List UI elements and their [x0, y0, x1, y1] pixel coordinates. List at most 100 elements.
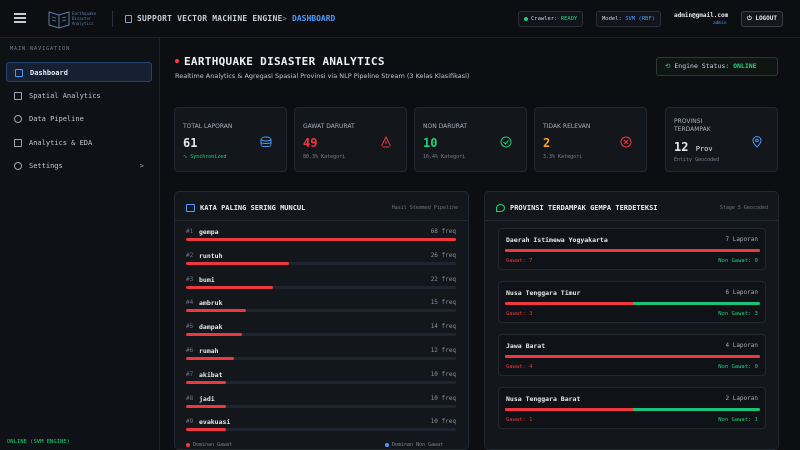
engine-status-text: ONLINE (SVM ENGINE)	[7, 439, 70, 445]
province-card: Jawa Barat 4 Laporan Gawat: 4 Non Gawat: 0	[498, 334, 766, 376]
sidebar-item-data-pipeline[interactable]: Data Pipeline	[6, 109, 152, 129]
word-count: 12 freq	[430, 347, 456, 354]
word-count: 68 freq	[430, 228, 456, 235]
card-value: 2	[543, 136, 551, 150]
word-row: #4 ambruk 15 freq	[186, 299, 456, 321]
card-sub: 3.3% Kategori	[543, 154, 583, 160]
card-gawat-darurat: GAWAT DARURAT 49 80.3% Kategori	[294, 107, 407, 172]
status-dot-icon	[524, 16, 528, 21]
province-gawat-fill	[505, 355, 760, 358]
province-gawat-fill	[505, 408, 633, 411]
card-provinsi-terdampak: PROVINSI TERDAMPAK 12 Prov Entity Geocod…	[665, 107, 778, 172]
word-bar-fill	[186, 333, 242, 337]
close-circle-icon	[620, 136, 632, 148]
province-count: 2 Laporan	[725, 395, 758, 402]
breadcrumb-separator: >	[282, 14, 287, 23]
word-rank: #4	[186, 299, 194, 307]
user-role: admin	[713, 21, 727, 26]
chat-icon	[186, 204, 195, 212]
panel-title: PROVINSI TERDAMPAK GEMPA TERDETEKSI	[510, 204, 658, 212]
pulse-icon: ⟲	[665, 62, 675, 70]
word-bar-track	[186, 309, 456, 313]
sidebar-item-settings[interactable]: Settings >	[6, 156, 152, 176]
engine-status-badge: ⟲ Engine Status: ONLINE	[656, 57, 778, 76]
province-name: Jawa Barat	[506, 342, 546, 350]
card-non-darurat: NON DARURAT 10 16.4% Kategori	[414, 107, 527, 172]
word-count: 26 freq	[430, 251, 456, 259]
province-gawat-fill	[505, 249, 760, 252]
word-rank: #5	[186, 323, 194, 331]
word-bar-track	[186, 333, 456, 337]
word-rank: #6	[186, 347, 194, 354]
map-icon	[14, 92, 22, 100]
database-icon	[260, 136, 272, 147]
word-bar-fill	[186, 238, 456, 241]
word-row: #8 jadi 10 freq	[186, 395, 456, 417]
nav-title: MAIN NAVIGATION	[10, 46, 71, 52]
card-value: 10	[423, 136, 438, 150]
word-bar-track	[186, 357, 456, 360]
province-gawat: Gawat: 1	[506, 417, 533, 423]
pin-icon	[752, 136, 762, 148]
card-value: 61	[183, 136, 198, 150]
legend-non-gawat: Dominan Non Gawat	[385, 442, 443, 448]
province-panel: PROVINSI TERDAMPAK GEMPA TERDETEKSI Stag…	[484, 191, 779, 450]
sidebar-item-dashboard[interactable]: Dashboard	[6, 62, 152, 82]
word-label: akibat	[199, 370, 223, 379]
word-row: #1 gempa 68 freq	[186, 228, 456, 250]
province-ratio-bar	[505, 302, 760, 305]
word-label: gempa	[199, 228, 219, 236]
live-dot-icon	[175, 59, 179, 63]
word-label: runtuh	[199, 251, 223, 260]
word-bar-fill	[186, 404, 226, 408]
chart-icon	[14, 139, 22, 147]
sidebar-item-analytics-eda[interactable]: Analytics & EDA	[6, 133, 152, 153]
province-name: Nusa Tenggara Barat	[506, 395, 581, 403]
word-count: 10 freq	[430, 370, 456, 378]
page-subtitle: Realtime Analytics & Agregasi Spasial Pr…	[175, 72, 470, 80]
gear-icon	[14, 162, 22, 170]
page-title: EARTHQUAKE DISASTER ANALYTICS	[184, 55, 385, 68]
logout-button[interactable]: ⏻ LOGOUT	[741, 11, 783, 27]
province-gawat: Gawat: 4	[506, 364, 533, 370]
user-email: admin@gmail.com	[674, 12, 729, 19]
card-tidak-relevan: TIDAK RELEVAN 2 3.3% Kategori	[534, 107, 647, 172]
card-sub: 16.4% Kategori	[423, 154, 466, 160]
province-count: 4 Laporan	[725, 342, 758, 349]
word-label: jadi	[199, 394, 215, 403]
sidebar-item-spatial-analytics[interactable]: Spatial Analytics	[6, 86, 152, 106]
province-ratio-bar	[505, 408, 760, 411]
province-card: Nusa Tenggara Barat 2 Laporan Gawat: 1 Non …	[498, 387, 766, 429]
word-row: #9 evakuasi 10 freq	[186, 418, 456, 440]
word-row: #3 bumi 22 freq	[186, 276, 456, 298]
word-bar-fill	[186, 261, 290, 265]
word-count: 15 freq	[430, 299, 456, 307]
breadcrumb-app[interactable]: SUPPORT VECTOR MACHINE ENGINE	[137, 14, 282, 23]
word-bar-fill	[186, 428, 226, 432]
app-icon	[125, 15, 132, 23]
province-non-gawat: Non Gawat: 0	[718, 258, 758, 264]
word-rank: #7	[186, 370, 194, 378]
card-sub: ∿ Synchronized	[183, 154, 227, 160]
province-count: 6 Laporan	[725, 289, 758, 296]
menu-icon[interactable]	[14, 13, 26, 23]
word-row: #2 runtuh 26 freq	[186, 252, 456, 274]
top-words-panel: KATA PALING SERING MUNCUL Hasil Stemmed …	[174, 191, 469, 450]
province-gawat-fill	[505, 302, 633, 305]
province-ratio-bar	[505, 249, 760, 252]
word-row: #7 akibat 10 freq	[186, 371, 456, 393]
chevron-right-icon: >	[139, 162, 144, 170]
province-gawat: Gawat: 3	[506, 311, 533, 317]
card-total-laporan: TOTAL LAPORAN 61 ∿ Synchronized	[174, 107, 287, 172]
warning-icon	[380, 136, 392, 148]
word-bar-track	[186, 404, 456, 408]
word-count: 14 freq	[430, 323, 456, 331]
word-count: 10 freq	[430, 394, 456, 402]
word-bar-fill	[186, 357, 234, 360]
grid-icon	[15, 69, 23, 77]
word-bar-track	[186, 261, 456, 265]
card-value: 12 Prov	[674, 140, 713, 154]
word-bar-fill	[186, 309, 246, 313]
word-rank: #3	[186, 275, 194, 283]
word-label: bumi	[199, 275, 215, 284]
